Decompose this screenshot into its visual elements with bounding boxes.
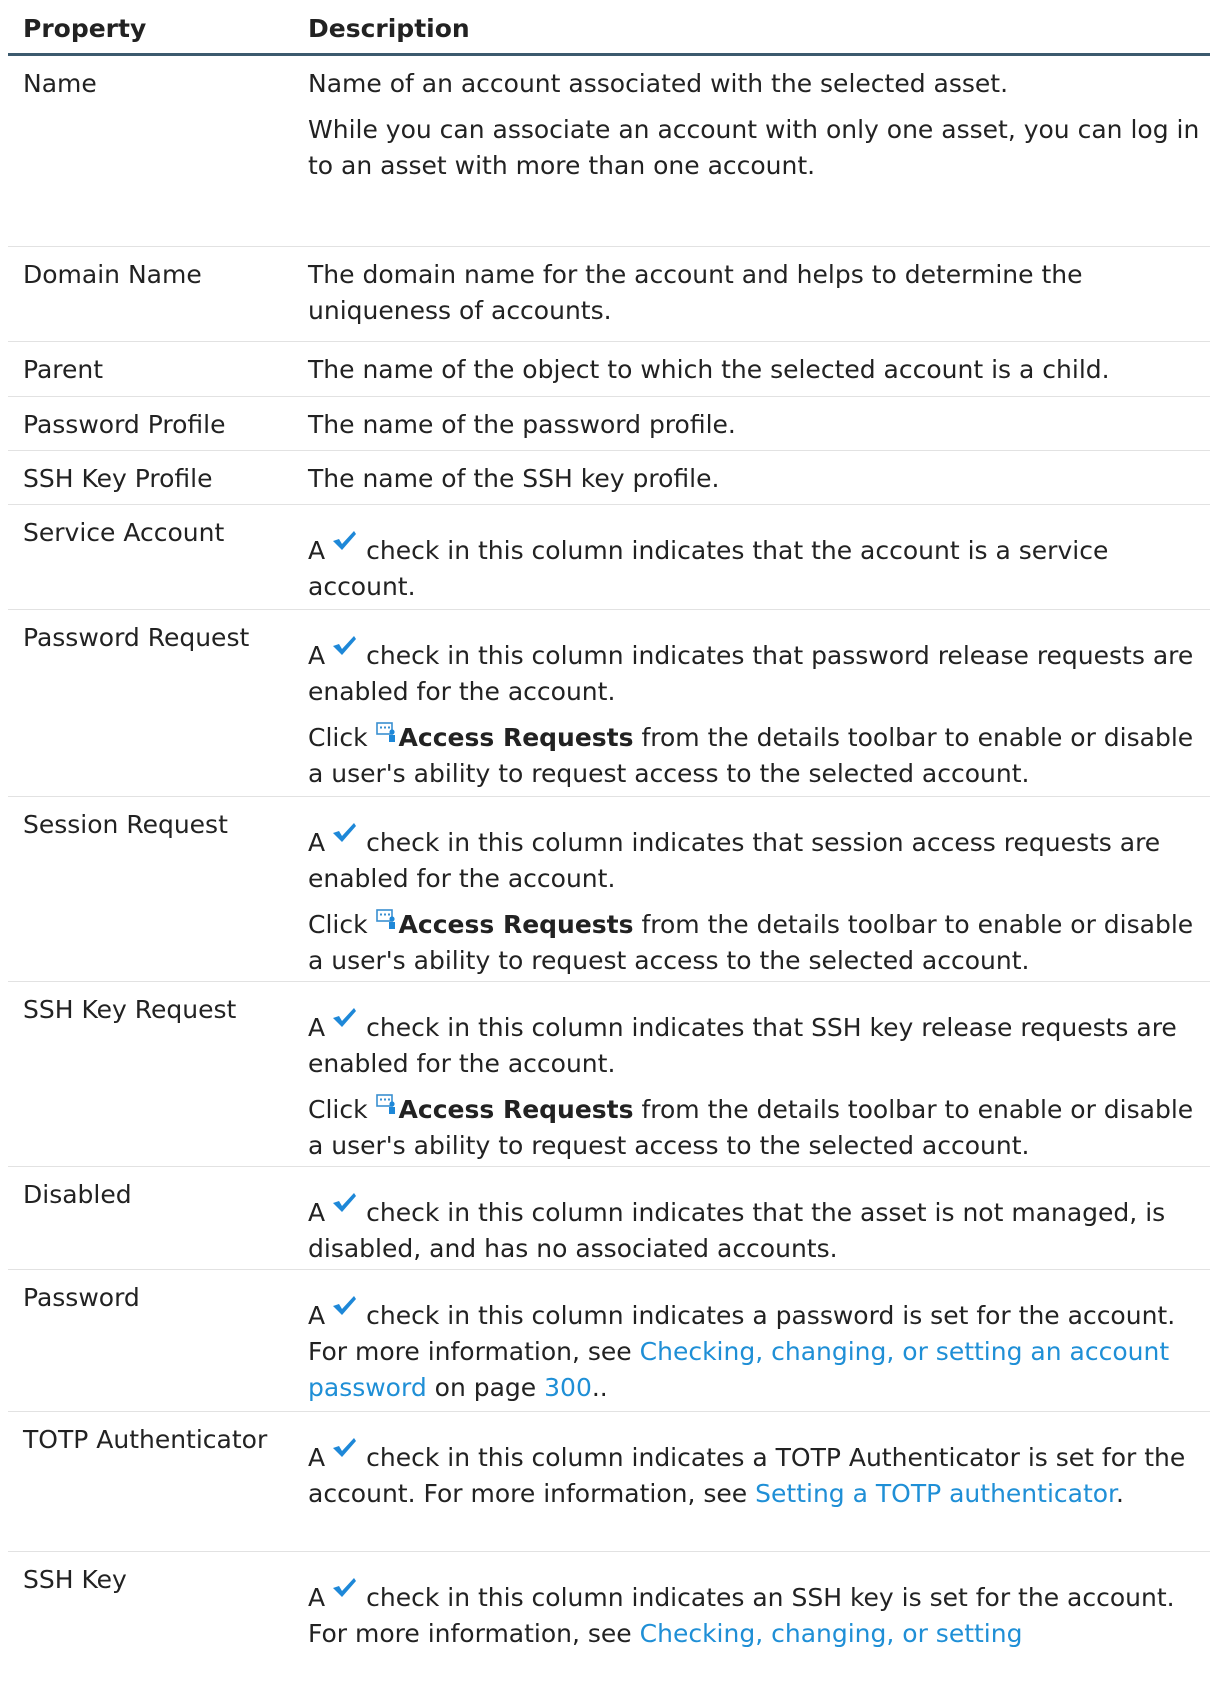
table-header: Property Description [8, 0, 1210, 56]
description-text: The name of the object to which the sele… [308, 355, 1110, 384]
property-name: SSH Key Profile [23, 464, 213, 493]
property-name: Session Request [23, 810, 228, 839]
access-requests-label: Access Requests [398, 723, 634, 752]
description-text: Acheck in this column indicates that the… [308, 1191, 1202, 1267]
table-row: Password Profile The name of the passwor… [8, 397, 1210, 451]
property-name: SSH Key [23, 1565, 127, 1594]
checkmark-icon [331, 1294, 357, 1316]
table-row: Domain Name The domain name for the acco… [8, 247, 1210, 342]
property-description: Acheck in this column indicates a TOTP A… [308, 1412, 1210, 1551]
property-description: Acheck in this column indicates that SSH… [308, 982, 1210, 1166]
description-text: Click Access Requests from the details t… [308, 1094, 1194, 1160]
property-name: Name [23, 69, 97, 98]
header-property: Property [23, 14, 147, 43]
table-row: Name Name of an account associated with … [8, 56, 1210, 247]
property-description: Acheck in this column indicates a passwo… [308, 1270, 1210, 1411]
page-number-link[interactable]: 300 [544, 1373, 592, 1402]
description-text: Acheck in this column indicates that pas… [308, 634, 1202, 710]
property-name: Service Account [23, 518, 225, 547]
description-text: Name of an account associated with the s… [308, 69, 1009, 98]
header-description: Description [308, 14, 470, 43]
property-description: Acheck in this column indicates that the… [308, 1167, 1210, 1269]
description-text: While you can associate an account with … [308, 115, 1200, 180]
description-text: The name of the SSH key profile. [308, 464, 720, 493]
property-name: Disabled [23, 1180, 132, 1209]
properties-table: Property Description Name Name of an acc… [8, 0, 1210, 1682]
property-description: Acheck in this column indicates an SSH k… [308, 1552, 1210, 1682]
table-row: Service Account Acheck in this column in… [8, 505, 1210, 610]
access-requests-label: Access Requests [398, 1095, 634, 1124]
property-name: Domain Name [23, 260, 202, 289]
property-description: Name of an account associated with the s… [308, 56, 1210, 246]
description-text: Click Access Requests from the details t… [308, 909, 1194, 975]
checkmark-icon [331, 1006, 357, 1028]
property-description: The name of the object to which the sele… [308, 342, 1210, 396]
description-text: Acheck in this column indicates a TOTP A… [308, 1436, 1202, 1512]
property-description: The domain name for the account and help… [308, 247, 1210, 341]
table-row: SSH Key Request Acheck in this column in… [8, 982, 1210, 1167]
property-description: The name of the SSH key profile. [308, 451, 1210, 504]
property-description: Acheck in this column indicates that ses… [308, 797, 1210, 981]
checkmark-icon [331, 821, 357, 843]
access-requests-icon [376, 909, 398, 929]
ssh-key-help-link[interactable]: Checking, changing, or setting [640, 1619, 1023, 1648]
property-name: Password [23, 1283, 140, 1312]
description-text: Acheck in this column indicates an SSH k… [308, 1576, 1202, 1652]
property-description: The name of the password profile. [308, 397, 1210, 450]
checkmark-icon [331, 634, 357, 656]
description-text: Acheck in this column indicates that ses… [308, 821, 1202, 897]
description-text: The name of the password profile. [308, 410, 736, 439]
table-row: SSH Key Profile The name of the SSH key … [8, 451, 1210, 505]
description-text: Acheck in this column indicates that the… [308, 529, 1202, 605]
checkmark-icon [331, 529, 357, 551]
totp-help-link[interactable]: Setting a TOTP authenticator [755, 1479, 1116, 1508]
table-row: Parent The name of the object to which t… [8, 342, 1210, 397]
property-description: Acheck in this column indicates that pas… [308, 610, 1210, 796]
description-text: The domain name for the account and help… [308, 260, 1083, 325]
access-requests-label: Access Requests [398, 910, 634, 939]
property-name: SSH Key Request [23, 995, 237, 1024]
table-row: Password Request Acheck in this column i… [8, 610, 1210, 797]
property-description: Acheck in this column indicates that the… [308, 505, 1210, 609]
property-name: Password Request [23, 623, 250, 652]
property-name: Parent [23, 355, 104, 384]
description-text: Acheck in this column indicates a passwo… [308, 1294, 1202, 1406]
description-text: Acheck in this column indicates that SSH… [308, 1006, 1202, 1082]
table-row: SSH Key Acheck in this column indicates … [8, 1552, 1210, 1682]
checkmark-icon [331, 1191, 357, 1213]
access-requests-icon [376, 1094, 398, 1114]
description-text: Click Access Requests from the details t… [308, 722, 1194, 788]
property-name: TOTP Authenticator [23, 1425, 268, 1454]
checkmark-icon [331, 1436, 357, 1458]
table-row: Session Request Acheck in this column in… [8, 797, 1210, 982]
table-row: Password Acheck in this column indicates… [8, 1270, 1210, 1412]
property-name: Password Profile [23, 410, 226, 439]
table-row: TOTP Authenticator Acheck in this column… [8, 1412, 1210, 1552]
access-requests-icon [376, 722, 398, 742]
table-row: Disabled Acheck in this column indicates… [8, 1167, 1210, 1270]
checkmark-icon [331, 1576, 357, 1598]
